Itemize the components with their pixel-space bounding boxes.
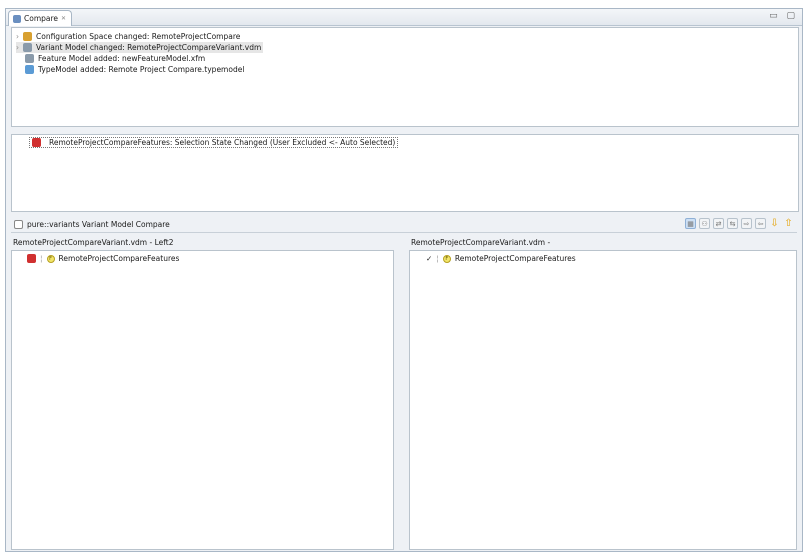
left-tree: ¦ F RemoteProjectCompareFeatures <box>11 250 394 550</box>
tree-item[interactable]: Feature Model added: newFeatureModel.xfm <box>25 53 205 64</box>
item-label: Variant Model changed: RemoteProjectComp… <box>36 43 262 52</box>
selected-check-icon: ✓ <box>426 254 433 263</box>
item-label: Feature Model added: newFeatureModel.xfm <box>38 54 206 63</box>
feature-item[interactable]: ✓ ¦ F RemoteProjectCompareFeatures <box>426 253 576 264</box>
compare-view: Compare ✕ ▭ ▢ › Configuration Space chang… <box>5 8 803 552</box>
excluded-icon <box>32 138 41 147</box>
window-controls[interactable]: ▭ ▢ <box>769 11 798 21</box>
type-model-icon <box>25 65 34 74</box>
item-label: Configuration Space changed: RemoteProje… <box>36 32 241 41</box>
feature-icon: F <box>46 254 55 263</box>
show-ancestors-button[interactable]: ⚇ <box>699 218 710 229</box>
mandatory-icon: ¦ <box>436 254 439 263</box>
next-difference-icon[interactable]: ⇩ <box>769 218 780 229</box>
compare-title: pure::variants Variant Model Compare <box>27 219 170 229</box>
mandatory-icon: ¦ <box>40 254 43 263</box>
feature-label: RemoteProjectCompareFeatures <box>454 254 576 263</box>
feature-model-icon <box>25 54 34 63</box>
feature-icon: F <box>442 254 451 263</box>
copy-left-button[interactable]: ⇄ <box>713 218 724 229</box>
detail-label: RemoteProjectCompareFeatures: Selection … <box>49 138 396 147</box>
copy-all-right-button[interactable]: ⇦ <box>755 218 766 229</box>
tab-compare[interactable]: Compare ✕ <box>8 10 72 26</box>
config-space-icon <box>23 32 32 41</box>
feature-item[interactable]: ¦ F RemoteProjectCompareFeatures <box>27 253 179 264</box>
show-all-button[interactable]: ▦ <box>685 218 696 229</box>
close-icon[interactable]: ✕ <box>61 15 66 22</box>
tree-item[interactable]: TypeModel added: Remote Project Compare.… <box>25 64 244 75</box>
detail-list: RemoteProjectCompareFeatures: Selection … <box>11 134 799 212</box>
right-header: RemoteProjectCompareVariant.vdm - <box>411 237 551 247</box>
item-label: TypeModel added: Remote Project Compare.… <box>38 65 245 74</box>
tree-item[interactable]: › Configuration Space changed: RemoteProj… <box>16 31 240 42</box>
right-tree: ✓ ¦ F RemoteProjectCompareFeatures <box>409 250 797 550</box>
copy-right-button[interactable]: ⇆ <box>727 218 738 229</box>
previous-difference-icon[interactable]: ⇧ <box>783 218 794 229</box>
tree-item[interactable]: › Variant Model changed: RemoteProjectCom… <box>16 42 264 53</box>
feature-label: RemoteProjectCompareFeatures <box>58 254 180 263</box>
copy-all-left-button[interactable]: ⇨ <box>741 218 752 229</box>
left-header: RemoteProjectCompareVariant.vdm - Left2 <box>13 237 174 247</box>
compare-toolbar: pure::variants Variant Model Compare ▦ ⚇… <box>11 216 797 233</box>
document-icon <box>14 219 23 229</box>
changes-tree: › Configuration Space changed: RemoteProj… <box>11 27 799 127</box>
detail-item[interactable]: RemoteProjectCompareFeatures: Selection … <box>29 137 399 148</box>
tab-label: Compare <box>24 14 59 23</box>
tab-bar: Compare ✕ ▭ ▢ <box>6 9 802 26</box>
variant-model-icon <box>23 43 32 52</box>
compare-icon <box>13 14 21 23</box>
excluded-icon <box>27 254 36 263</box>
